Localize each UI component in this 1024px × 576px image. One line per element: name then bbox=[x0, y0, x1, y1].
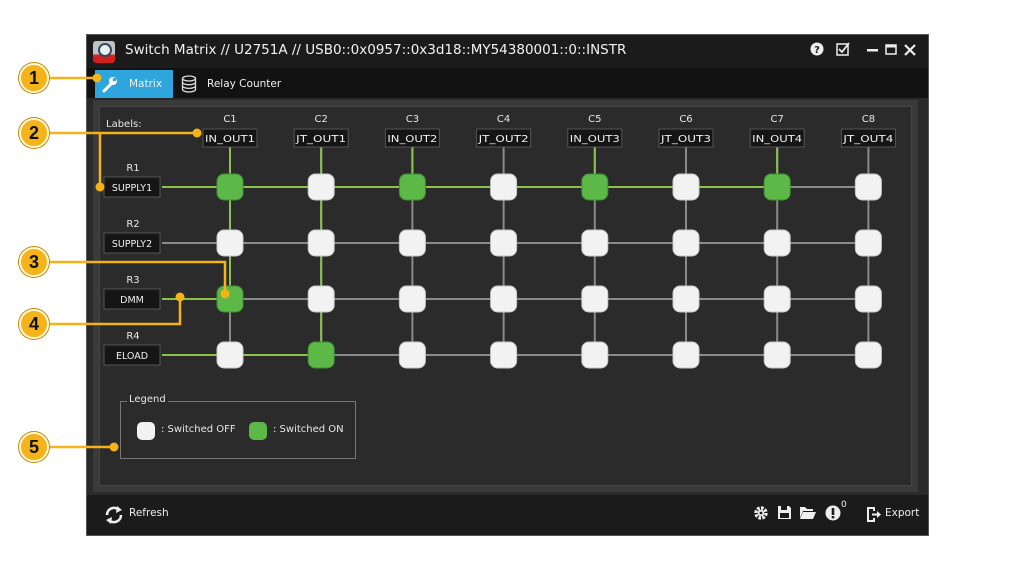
labels-caption: Labels: bbox=[106, 119, 142, 130]
row-id-r1: R1 bbox=[126, 163, 139, 174]
wrench-icon bbox=[102, 77, 117, 93]
relay-switch-r1-c4-off[interactable] bbox=[490, 173, 518, 201]
column-id-c2: C2 bbox=[315, 114, 328, 125]
relay-switch-r4-c6-off[interactable] bbox=[672, 341, 700, 369]
relay-switch-r4-c3-off[interactable] bbox=[398, 341, 426, 369]
tab-matrix[interactable]: Matrix bbox=[95, 70, 173, 98]
minimize-icon[interactable] bbox=[865, 42, 881, 61]
row-id-r3: R3 bbox=[126, 275, 139, 286]
checklist-icon[interactable] bbox=[835, 42, 851, 61]
relay-switch-r3-c3-off[interactable] bbox=[398, 285, 426, 313]
column-id-c6: C6 bbox=[679, 114, 692, 125]
column-id-c5: C5 bbox=[588, 114, 601, 125]
relay-switch-r2-c5-off[interactable] bbox=[581, 229, 609, 257]
settings-gear-icon[interactable] bbox=[753, 505, 769, 525]
switched-on-label: : Switched ON bbox=[273, 424, 344, 435]
refresh-label: Refresh bbox=[129, 507, 169, 519]
column-id-c1: C1 bbox=[223, 114, 236, 125]
row-label-text-r1: SUPPLY1 bbox=[112, 183, 152, 194]
refresh-icon bbox=[105, 506, 123, 524]
switch-matrix-window: Switch Matrix // U2751A // USB0::0x0957:… bbox=[86, 34, 929, 536]
relay-switch-r4-c4-off[interactable] bbox=[490, 341, 518, 369]
callout-1: 1 bbox=[19, 63, 49, 93]
relay-switch-r2-c6-off[interactable] bbox=[672, 229, 700, 257]
relay-switch-r1-c1-on[interactable] bbox=[216, 173, 244, 201]
column-id-c4: C4 bbox=[497, 114, 510, 125]
column-label-text-c3: IN_OUT2 bbox=[387, 134, 437, 145]
switched-on-swatch bbox=[249, 422, 267, 440]
relay-switch-r1-c6-off[interactable] bbox=[672, 173, 700, 201]
export-icon bbox=[867, 507, 881, 522]
relay-switch-r4-c8-off[interactable] bbox=[854, 341, 882, 369]
export-label: Export bbox=[885, 507, 920, 519]
relay-switch-r2-c1-off[interactable] bbox=[216, 229, 244, 257]
relay-switch-r3-c6-off[interactable] bbox=[672, 285, 700, 313]
svg-text:?: ? bbox=[814, 45, 820, 56]
column-id-c8: C8 bbox=[862, 114, 875, 125]
callout-4: 4 bbox=[19, 309, 49, 339]
column-label-text-c1: IN_OUT1 bbox=[205, 134, 255, 145]
relay-switch-r3-c1-on[interactable] bbox=[216, 285, 244, 313]
relay-switch-r3-c7-off[interactable] bbox=[763, 285, 791, 313]
row-label-text-r4: ELOAD bbox=[116, 351, 148, 362]
save-icon[interactable] bbox=[777, 505, 792, 524]
column-label-text-c4: JT_OUT2 bbox=[477, 134, 528, 145]
relay-switch-r1-c5-on[interactable] bbox=[581, 173, 609, 201]
relay-switch-r4-c7-off[interactable] bbox=[763, 341, 791, 369]
relay-switch-r1-c2-off[interactable] bbox=[307, 173, 335, 201]
legend-title: Legend bbox=[127, 394, 168, 405]
maximize-icon[interactable] bbox=[883, 42, 899, 61]
column-label-text-c8: JT_OUT4 bbox=[842, 134, 893, 145]
relay-switch-r2-c8-off[interactable] bbox=[854, 229, 882, 257]
database-icon bbox=[181, 75, 197, 93]
alerts-count: 0 bbox=[841, 500, 847, 510]
legend-box: Legend : Switched OFF : Switched ON bbox=[120, 394, 356, 459]
matrix-panel: Labels: C1 IN_OUT1 C2 JT_OUT1 C3 IN_OUT2 C4 JT_O… bbox=[93, 100, 918, 492]
bottom-toolbar: Refresh 0 Export bbox=[87, 495, 928, 535]
column-label-text-c7: IN_OUT4 bbox=[752, 134, 802, 145]
relay-switch-r3-c4-off[interactable] bbox=[490, 285, 518, 313]
relay-switch-r1-c7-on[interactable] bbox=[763, 173, 791, 201]
relay-switch-r3-c5-off[interactable] bbox=[581, 285, 609, 313]
callout-3: 3 bbox=[19, 247, 49, 277]
help-icon[interactable]: ? bbox=[809, 42, 825, 61]
relay-switch-r4-c2-on[interactable] bbox=[307, 341, 335, 369]
row-label-text-r2: SUPPLY2 bbox=[112, 239, 152, 250]
open-folder-icon[interactable] bbox=[799, 505, 817, 524]
relay-switch-r1-c3-on[interactable] bbox=[398, 173, 426, 201]
column-label-text-c5: IN_OUT3 bbox=[570, 134, 620, 145]
row-id-r2: R2 bbox=[126, 219, 139, 230]
export-button[interactable]: Export bbox=[863, 503, 919, 527]
row-id-r4: R4 bbox=[126, 331, 139, 342]
relay-switch-r2-c7-off[interactable] bbox=[763, 229, 791, 257]
relay-switch-r4-c1-off[interactable] bbox=[216, 341, 244, 369]
tab-matrix-label: Matrix bbox=[129, 78, 163, 90]
relay-switch-r1-c8-off[interactable] bbox=[854, 173, 882, 201]
callout-2: 2 bbox=[19, 118, 49, 148]
window-title: Switch Matrix // U2751A // USB0::0x0957:… bbox=[125, 42, 627, 58]
switched-off-swatch bbox=[137, 422, 155, 440]
title-bar: Switch Matrix // U2751A // USB0::0x0957:… bbox=[87, 35, 928, 68]
relay-switch-r2-c2-off[interactable] bbox=[307, 229, 335, 257]
relay-switch-r3-c2-off[interactable] bbox=[307, 285, 335, 313]
tab-bar: Matrix Relay Counter bbox=[87, 68, 928, 98]
callout-5: 5 bbox=[19, 432, 49, 462]
app-logo-icon bbox=[93, 41, 115, 63]
relay-switch-r4-c5-off[interactable] bbox=[581, 341, 609, 369]
alerts-icon[interactable] bbox=[825, 505, 841, 525]
relay-switch-r2-c3-off[interactable] bbox=[398, 229, 426, 257]
refresh-button[interactable]: Refresh bbox=[101, 503, 171, 527]
column-label-text-c2: JT_OUT1 bbox=[295, 134, 346, 145]
column-id-c3: C3 bbox=[406, 114, 419, 125]
column-id-c7: C7 bbox=[771, 114, 784, 125]
close-icon[interactable] bbox=[902, 42, 918, 61]
tab-relay-counter[interactable]: Relay Counter bbox=[177, 70, 287, 98]
column-label-text-c6: JT_OUT3 bbox=[660, 134, 711, 145]
tab-relay-counter-label: Relay Counter bbox=[207, 78, 282, 90]
relay-switch-r2-c4-off[interactable] bbox=[490, 229, 518, 257]
matrix-area: Labels: C1 IN_OUT1 C2 JT_OUT1 C3 IN_OUT2 C4 JT_O… bbox=[99, 106, 912, 486]
relay-switch-r3-c8-off[interactable] bbox=[854, 285, 882, 313]
row-label-text-r3: DMM bbox=[120, 295, 144, 306]
switched-off-label: : Switched OFF bbox=[161, 424, 236, 435]
